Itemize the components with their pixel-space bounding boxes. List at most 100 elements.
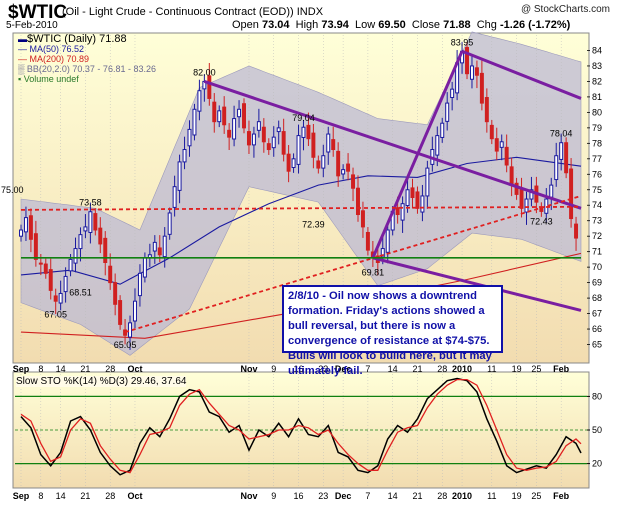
- x-tick-label: 8: [38, 364, 43, 374]
- candle-body: [256, 121, 261, 131]
- y-tick-label: 83: [592, 61, 602, 71]
- candle-body: [286, 153, 291, 172]
- candle-body: [559, 142, 564, 160]
- candle-body: [469, 65, 474, 80]
- x-tick-label: 14: [388, 364, 398, 374]
- candle-body: [351, 174, 356, 189]
- sto-x-tick-label: Sep: [13, 491, 30, 501]
- candle-body: [346, 163, 351, 172]
- x-tick-label: 21: [80, 364, 90, 374]
- candle-body: [137, 272, 142, 297]
- candle-body: [341, 169, 346, 175]
- candle-body: [549, 184, 554, 198]
- candle-body: [142, 257, 147, 278]
- high-value: 73.94: [321, 19, 349, 31]
- x-tick-label: 21: [412, 364, 422, 374]
- sto-x-tick-label: 14: [56, 491, 66, 501]
- candle-body: [128, 322, 133, 338]
- candle-body: [400, 203, 405, 221]
- sto-x-tick-label: 7: [365, 491, 370, 501]
- price-label: 75.00: [1, 185, 24, 195]
- chart-date: 5-Feb-2010: [6, 20, 58, 31]
- candle-body: [217, 110, 222, 123]
- candle-body: [53, 295, 58, 302]
- price-label: 65.05: [114, 340, 137, 350]
- sto-x-tick-label: 19: [512, 491, 522, 501]
- candle-body: [360, 210, 365, 228]
- candle-body: [177, 161, 182, 191]
- sto-x-tick-label: 8: [38, 491, 43, 501]
- y-tick-label: 70: [592, 262, 602, 272]
- sto-x-tick-label: Dec: [335, 491, 352, 501]
- y-tick-label: 81: [592, 92, 602, 102]
- chart-description: (Oil - Light Crude - Continuous Contract…: [62, 6, 323, 18]
- candle-body: [301, 126, 306, 138]
- candle-body: [524, 198, 529, 213]
- y-tick-label: 82: [592, 76, 602, 86]
- x-tick-label: 2010: [452, 364, 472, 374]
- candle-body: [187, 128, 192, 147]
- candle-body: [271, 136, 276, 149]
- legend-sto: Slow STO %K(14) %D(3) 29.46, 37.64: [16, 376, 187, 387]
- candle-body: [222, 106, 227, 126]
- ohlc-summary: Open 73.04 High 73.94 Low 69.50 Close 71…: [232, 19, 570, 31]
- candle-body: [266, 143, 271, 151]
- candle-body: [197, 90, 202, 112]
- y-tick-label: 79: [592, 123, 602, 133]
- y-tick-label: 69: [592, 278, 602, 288]
- sto-y-tick-label: 80: [592, 391, 602, 401]
- low-value: 69.50: [378, 19, 406, 31]
- candle-body: [281, 131, 286, 155]
- price-label: 67.05: [44, 309, 67, 319]
- x-tick-label: Nov: [240, 364, 257, 374]
- description-text: (Oil - Light Crude - Continuous Contract…: [62, 6, 294, 18]
- legend-volume: ▪ Volume undef: [18, 74, 79, 84]
- high-label: High: [295, 19, 319, 31]
- candle-body: [132, 300, 137, 322]
- legend-bb: ▒ BB(20,2.0) 70.37 - 76.81 - 83.26: [18, 64, 156, 74]
- sto-x-tick-label: 25: [531, 491, 541, 501]
- candle-body: [356, 187, 360, 216]
- x-tick-label: 25: [531, 364, 541, 374]
- price-label: 83.95: [451, 37, 474, 47]
- candle-body: [484, 97, 489, 123]
- open-label: Open: [232, 19, 259, 31]
- candle-body: [73, 248, 78, 264]
- candle-body: [83, 226, 88, 232]
- x-tick-label: 28: [105, 364, 115, 374]
- candle-body: [227, 129, 232, 138]
- candle-body: [494, 138, 499, 152]
- candle-body: [450, 88, 455, 99]
- candle-body: [564, 142, 569, 174]
- chg-value: -1.26 (-1.72%): [499, 19, 571, 31]
- candle-body: [232, 118, 237, 140]
- stockcharts-credit: @ StockCharts.com: [520, 4, 610, 15]
- candle-body: [212, 101, 217, 123]
- candle-body: [207, 75, 212, 99]
- candle-body: [519, 188, 524, 209]
- price-label: 82.00: [193, 67, 216, 77]
- legend-ma200: — MA(200) 70.89: [18, 54, 90, 64]
- price-label: 78.04: [550, 129, 573, 139]
- low-label: Low: [354, 19, 376, 31]
- candle-body: [167, 212, 172, 235]
- candle-body: [33, 233, 38, 260]
- candle-body: [415, 191, 420, 209]
- candle-body: [420, 195, 425, 213]
- y-tick-label: 73: [592, 216, 602, 226]
- candle-body: [554, 155, 559, 181]
- y-tick-label: 74: [592, 200, 602, 210]
- candle-body: [499, 141, 504, 148]
- sto-x-tick-label: 14: [388, 491, 398, 501]
- y-tick-label: 65: [592, 340, 602, 350]
- price-label: 68.51: [69, 288, 92, 298]
- sto-x-tick-label: 9: [271, 491, 276, 501]
- exchange-text: INDX: [296, 6, 324, 18]
- candle-body: [385, 229, 390, 253]
- legend-volume-text: Volume undef: [23, 74, 79, 84]
- candle-body: [474, 67, 479, 76]
- y-tick-label: 84: [592, 45, 602, 55]
- annotation-box: 2/8/10 - Oil now shows a downtrend forma…: [282, 285, 503, 377]
- legend-sto-text: Slow STO %K(14) %D(3) 29.46, 37.64: [16, 376, 187, 387]
- sto-x-tick-label: Nov: [240, 491, 257, 501]
